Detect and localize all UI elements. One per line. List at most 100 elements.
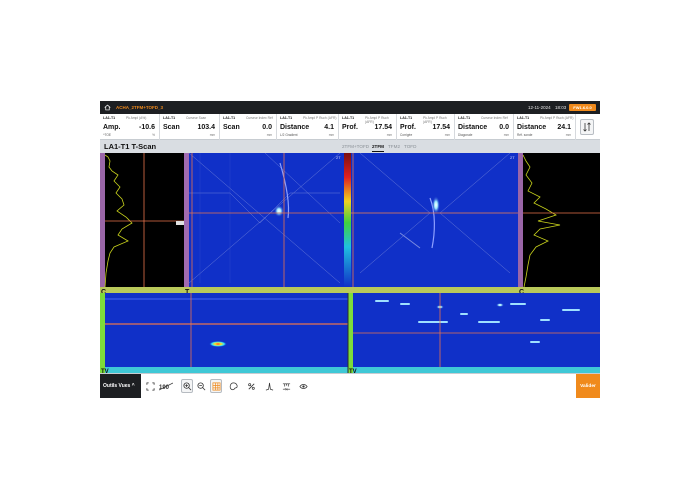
reading-scan[interactable]: LA1-T1 Curseur Scan Scan 103.4 mm xyxy=(160,114,220,140)
left-ascan-panel[interactable] xyxy=(100,153,184,293)
reading-value: 17.54 xyxy=(432,124,450,131)
percent-button[interactable] xyxy=(245,379,257,393)
reading-value: 24.1 xyxy=(557,124,571,131)
reading-label: Distance xyxy=(280,124,310,131)
version-badge[interactable]: FW1.6.0.0 xyxy=(569,104,596,111)
reading-channel: LA1-T1 xyxy=(280,116,293,120)
bottom-right-scan-panel[interactable]: TV xyxy=(348,293,600,373)
dimension-button[interactable]: 190 xyxy=(157,379,175,393)
reading-channel: LA1-T1 xyxy=(517,116,530,120)
reading-unit: mm xyxy=(386,133,392,137)
ruler-icon: % xyxy=(282,382,290,391)
color-palette-bar[interactable] xyxy=(344,153,351,293)
bottom-toolbar: Outils Vues ^ 190 % Valider xyxy=(100,373,600,398)
reading-label: Amp. xyxy=(103,124,121,131)
reading-label: Prof. xyxy=(400,124,416,131)
title-bar: ACHA_2TFM+TOFD_3 12-11-2024 18:03 FW1.6.… xyxy=(100,101,600,114)
grid-button[interactable] xyxy=(210,379,222,393)
zoom-in-button[interactable] xyxy=(181,379,193,393)
reading-label: Distance xyxy=(458,124,488,131)
reading-sub: Réf. sonde xyxy=(517,133,533,137)
right-tfm-panel[interactable]: 2T xyxy=(351,153,518,293)
home-icon[interactable] xyxy=(104,104,111,111)
percent-icon xyxy=(247,382,255,390)
reading-sub: L/2 Gradient xyxy=(280,133,298,137)
reading-source: Curseur Index Réf xyxy=(481,116,508,120)
reading-unit: mm xyxy=(328,133,334,137)
reading-sub: ^TOE xyxy=(103,133,111,137)
reading-label: Scan xyxy=(223,124,240,131)
reading-amplitude[interactable]: LA1-T1 Pk Ampl (A%) Amp. -10.6 ^TOE % xyxy=(100,114,160,140)
time-display: 18:03 xyxy=(555,105,567,110)
view-header: LA1-T1 T-Scan 2TFM+TOFD 2TFM TFM2 TOFD xyxy=(100,140,600,153)
bottom-left-scan-panel[interactable]: TV xyxy=(100,293,348,373)
readings-bar: LA1-T1 Pk Ampl (A%) Amp. -10.6 ^TOE % LA… xyxy=(100,114,600,140)
reading-value: 0.0 xyxy=(262,124,272,131)
reading-label: Scan xyxy=(163,124,180,131)
reading-source: Pk Ampl P Ruch (AFR) xyxy=(423,116,447,124)
reading-source: Pk Ampl P Ruch (AFR) xyxy=(365,116,389,124)
reading-source: Curseur Scan xyxy=(186,116,207,120)
app-title: ACHA_2TFM+TOFD_3 xyxy=(116,105,164,110)
reading-distance-diagonal[interactable]: LA1-T1 Curseur Index Réf Distance 0.0 Di… xyxy=(455,114,514,140)
reading-channel: LA1-T1 xyxy=(458,116,471,120)
reading-channel: LA1-T1 xyxy=(163,116,176,120)
fit-screen-icon xyxy=(145,381,155,391)
reading-channel: LA1-T1 xyxy=(342,116,355,120)
reading-sub: Diagonale xyxy=(458,133,473,137)
reading-depth-corrected[interactable]: LA1-T1 Pk Ampl P Ruch (AFR) Prof. 17.54 … xyxy=(397,114,455,140)
reading-label: Distance xyxy=(517,124,547,131)
reading-scan-index[interactable]: LA1-T1 Curseur Index Réf Scan 0.0 mm xyxy=(220,114,277,140)
outils-vues-label: Outils Vues xyxy=(103,383,131,389)
reading-channel: LA1-T1 xyxy=(400,116,413,120)
sort-readings-button[interactable] xyxy=(580,119,594,135)
zoom-out-button[interactable] xyxy=(195,379,207,393)
reading-unit: mm xyxy=(503,133,509,137)
reading-unit: mm xyxy=(209,133,215,137)
reading-label: Prof. xyxy=(342,124,358,131)
reading-value: 4.1 xyxy=(324,124,334,131)
reading-source: Pk Ampl P Ruch (AFR) xyxy=(303,116,337,120)
validate-button[interactable]: Valider xyxy=(576,374,600,398)
reading-source: Pk Ampl P Ruch (AFR) xyxy=(540,116,574,120)
reading-source: Pk Ampl (A%) xyxy=(126,116,147,120)
view-title: LA1-T1 T-Scan xyxy=(104,142,157,151)
zoom-out-icon xyxy=(196,381,205,390)
tab-tofd[interactable]: TOFD xyxy=(404,144,416,149)
right-ascan-panel[interactable]: C xyxy=(518,153,600,296)
peak-button[interactable] xyxy=(263,379,275,393)
outils-vues-button[interactable]: Outils Vues ^ xyxy=(100,374,141,398)
reading-unit: % xyxy=(152,133,155,137)
tab-2tfm[interactable]: 2TFM xyxy=(372,144,384,152)
eye-icon xyxy=(298,383,308,389)
visibility-button[interactable] xyxy=(297,379,309,393)
reading-channel: LA1-T1 xyxy=(103,116,116,120)
palette-button[interactable] xyxy=(227,379,239,393)
reading-unit: mm xyxy=(266,133,272,137)
tab-2tfm-tofd[interactable]: 2TFM+TOFD xyxy=(342,144,369,149)
sort-arrows-icon xyxy=(583,122,591,132)
reading-value: 17.54 xyxy=(374,124,392,131)
app-window: ACHA_2TFM+TOFD_3 12-11-2024 18:03 FW1.6.… xyxy=(100,101,600,398)
reading-distance[interactable]: LA1-T1 Pk Ampl P Ruch (AFR) Distance 4.1… xyxy=(277,114,339,140)
reading-value: 0.0 xyxy=(499,124,509,131)
scan-views: 2T T 2T C C TV TV xyxy=(100,153,600,373)
reading-distance-probe[interactable]: LA1-T1 Pk Ampl P Ruch (AFR) Distance 24.… xyxy=(514,114,576,140)
reading-depth[interactable]: LA1-T1 Pk Ampl P Ruch (AFR) Prof. 17.54 … xyxy=(339,114,397,140)
ruler-button[interactable]: % xyxy=(280,379,292,393)
chevron-up-icon: ^ xyxy=(131,383,135,389)
tab-tfm2[interactable]: TFM2 xyxy=(388,144,400,149)
reading-source: Curseur Index Réf xyxy=(246,116,273,120)
svg-text:190: 190 xyxy=(159,385,170,391)
grid-icon xyxy=(212,382,220,390)
reading-unit: mm xyxy=(444,133,450,137)
fit-screen-button[interactable] xyxy=(144,379,156,393)
reading-unit: mm xyxy=(565,133,571,137)
palette-icon xyxy=(229,382,238,390)
reading-value: -10.6 xyxy=(139,124,155,131)
peak-icon xyxy=(265,382,273,390)
date-display: 12-11-2024 xyxy=(528,105,551,110)
left-tfm-panel[interactable]: 2T T xyxy=(184,153,344,296)
left-tfm-corner-label: 2T xyxy=(336,155,341,160)
right-tfm-corner-label: 2T xyxy=(510,155,515,160)
